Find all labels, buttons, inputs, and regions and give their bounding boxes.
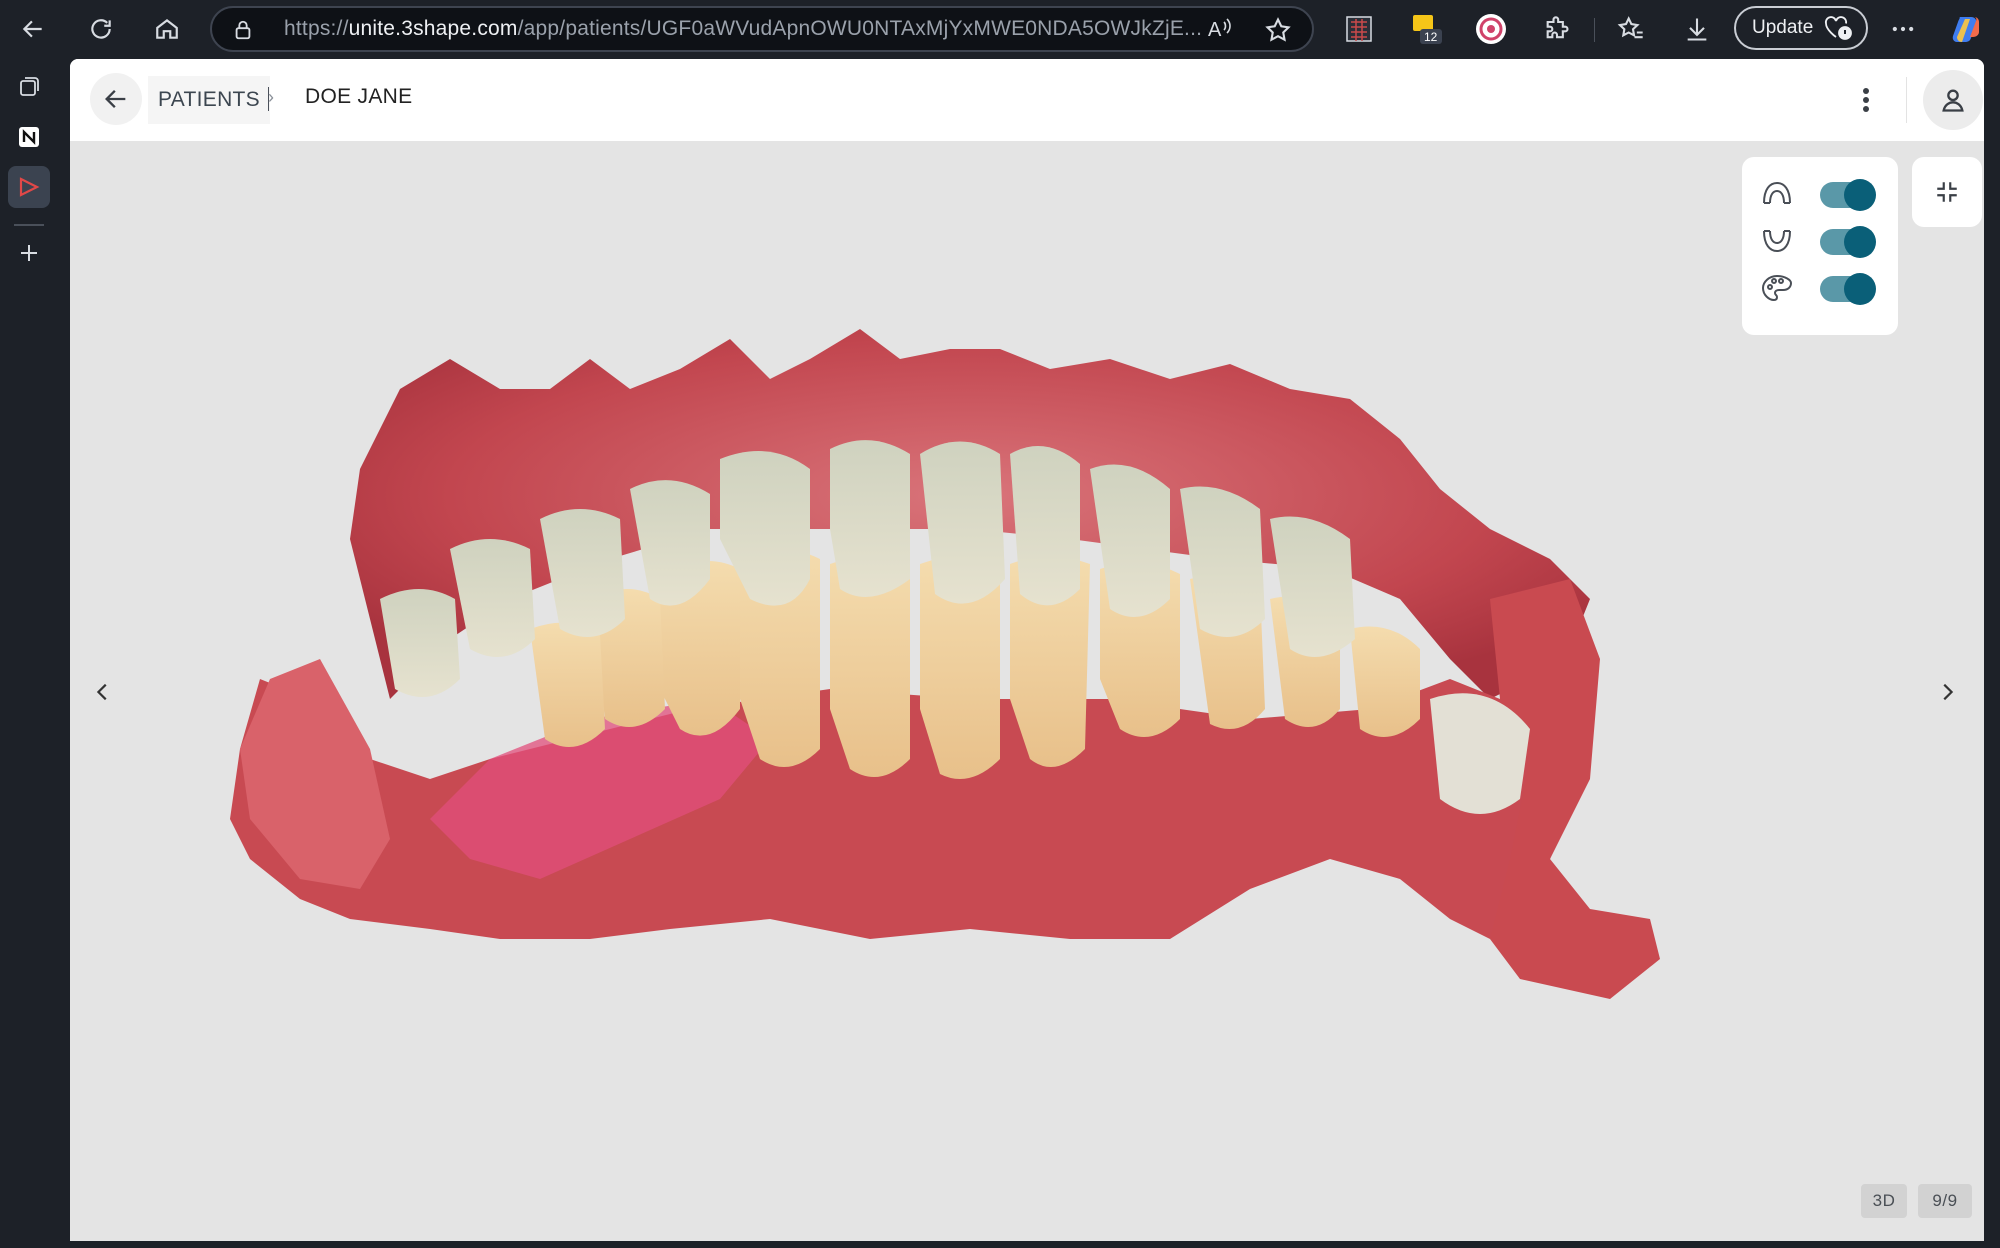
breadcrumb-current-patient: DOE JANE <box>305 85 413 108</box>
upper-jaw-icon <box>1763 181 1791 204</box>
user-avatar-button[interactable] <box>1923 70 1983 130</box>
vertical-dots-icon <box>1863 88 1869 112</box>
url-text: https://unite.3shape.com/app/patients/UG… <box>284 17 1203 40</box>
toggle-row-color <box>1742 263 1898 313</box>
previous-scan-button[interactable] <box>88 677 118 707</box>
lock-icon <box>232 18 254 47</box>
tab-actions-button[interactable] <box>8 66 50 108</box>
app-header: PATIENTS › DOE JANE <box>70 59 1984 141</box>
copilot-icon[interactable] <box>1948 10 1986 48</box>
switch-knob <box>1844 226 1876 258</box>
unite-app: PATIENTS › DOE JANE 3D 9/9 <box>70 59 1984 1241</box>
notion-tab[interactable] <box>8 116 50 158</box>
downloads-icon[interactable] <box>1678 10 1716 48</box>
lower-jaw-icon <box>1763 230 1791 253</box>
update-button[interactable]: Update <box>1734 6 1868 50</box>
arrow-left-icon <box>22 20 42 38</box>
favorites-icon[interactable] <box>1612 10 1650 48</box>
address-bar[interactable]: https://unite.3shape.com/app/patients/UG… <box>210 6 1314 52</box>
sticky-notes-extension-icon[interactable]: 12 <box>1408 10 1446 48</box>
browser-reload-button[interactable] <box>80 8 122 50</box>
update-label: Update <box>1752 17 1814 38</box>
palette-icon <box>1761 274 1793 302</box>
visibility-toggle-panel <box>1742 157 1898 335</box>
next-scan-button[interactable] <box>1932 677 1962 707</box>
extensions-puzzle-icon[interactable] <box>1538 10 1576 48</box>
more-menu-button[interactable] <box>1846 80 1886 120</box>
chevron-left-icon <box>96 683 107 701</box>
view-mode-badge: 3D <box>1861 1184 1907 1218</box>
reload-icon <box>91 19 111 39</box>
more-options-icon[interactable] <box>1884 10 1922 48</box>
switch-knob <box>1844 273 1876 305</box>
plus-icon <box>21 245 37 261</box>
browser-sidebar <box>0 58 58 1248</box>
breadcrumb-patients[interactable]: PATIENTS <box>148 76 270 124</box>
breadcrumb-separator: › <box>268 87 274 111</box>
toggle-row-upper-jaw <box>1742 169 1898 219</box>
collapse-icon <box>1937 182 1957 202</box>
heart-update-icon <box>1825 16 1853 40</box>
tabs-icon <box>20 77 39 96</box>
switch-knob <box>1844 179 1876 211</box>
exit-fullscreen-button[interactable] <box>1912 157 1982 227</box>
new-tab-button[interactable] <box>8 232 50 274</box>
3shape-tab[interactable] <box>8 166 50 208</box>
svg-text:A: A <box>1208 19 1222 41</box>
notion-icon <box>19 127 39 147</box>
upper-jaw-switch[interactable] <box>1820 179 1876 211</box>
toolbar-divider <box>1594 18 1595 42</box>
dental-scan-3d-view[interactable] <box>70 59 1984 1241</box>
home-icon <box>156 18 178 39</box>
extension-circle-icon[interactable] <box>1472 10 1510 48</box>
back-button[interactable] <box>90 73 142 125</box>
extension-grid-icon[interactable] <box>1340 10 1378 48</box>
read-aloud-icon[interactable]: A <box>1206 16 1234 47</box>
browser-home-button[interactable] <box>146 8 188 50</box>
svg-text:12: 12 <box>1424 30 1438 44</box>
user-icon <box>1942 89 1964 112</box>
lower-jaw-switch[interactable] <box>1820 226 1876 258</box>
chevron-right-icon <box>1943 683 1954 701</box>
browser-toolbar: https://unite.3shape.com/app/patients/UG… <box>0 0 2000 58</box>
sidebar-divider <box>14 224 44 226</box>
3shape-logo-icon <box>19 177 40 197</box>
scan-counter-badge: 9/9 <box>1918 1184 1972 1218</box>
color-switch[interactable] <box>1820 273 1876 305</box>
arrow-left-icon <box>105 90 126 108</box>
header-divider <box>1906 77 1907 123</box>
browser-back-button[interactable] <box>12 8 54 50</box>
toggle-row-lower-jaw <box>1742 216 1898 266</box>
favorite-star-icon[interactable] <box>1264 16 1292 49</box>
